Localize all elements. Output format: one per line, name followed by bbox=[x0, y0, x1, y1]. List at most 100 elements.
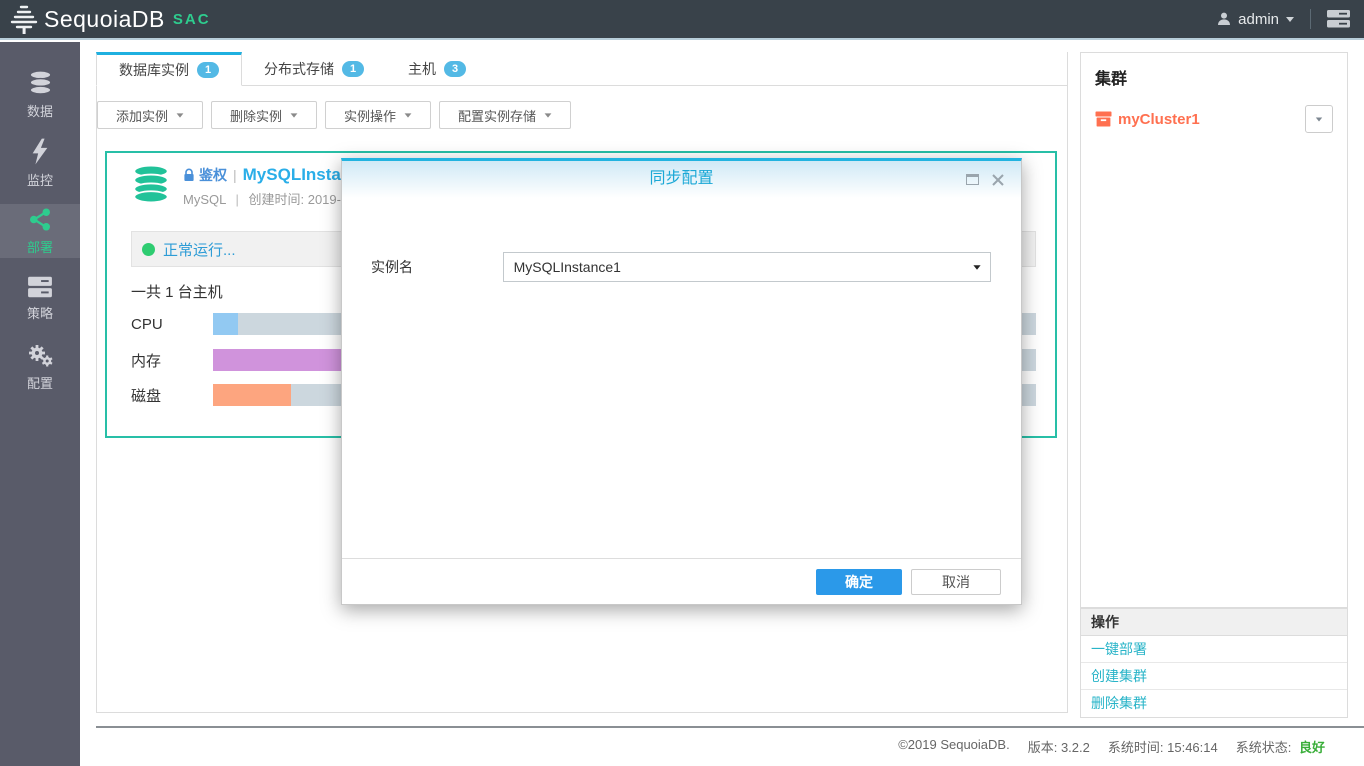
cluster-panel: 集群 myCluster1 bbox=[1080, 52, 1348, 608]
sidebar-item-label: 策略 bbox=[26, 306, 53, 321]
meter-label: 内存 bbox=[131, 352, 162, 370]
cancel-button[interactable]: 取消 bbox=[911, 568, 1001, 595]
sidebar-item-deploy[interactable]: 部署 bbox=[0, 204, 80, 258]
instance-name-select[interactable]: MySQLInstance1 bbox=[502, 252, 991, 282]
tab-count-badge: 1 bbox=[197, 62, 219, 78]
button-label: 实例操作 bbox=[344, 108, 397, 124]
modal-body: 实例名 MySQLInstance1 bbox=[342, 198, 1021, 561]
top-header: SequoiaDB SAC admin bbox=[0, 0, 1364, 40]
system-time-text: 系统时间: 15:46:14 bbox=[1108, 737, 1218, 756]
system-status-text: 系统状态: 良好 bbox=[1236, 737, 1325, 756]
user-icon bbox=[1216, 11, 1232, 27]
version-value: 3.2.2 bbox=[1060, 740, 1090, 755]
disk-meter-fill bbox=[213, 384, 292, 406]
share-icon bbox=[27, 207, 53, 232]
lightning-icon bbox=[29, 138, 51, 165]
sequoia-tree-icon bbox=[8, 3, 40, 35]
version-text: 版本: 3.2.2 bbox=[1028, 737, 1090, 756]
status-text: 正常运行... bbox=[163, 241, 236, 259]
tab-database-instances[interactable]: 数据库实例 1 bbox=[96, 52, 242, 86]
cpu-meter-fill bbox=[213, 313, 238, 335]
gears-icon bbox=[26, 343, 54, 368]
cluster-dropdown-button[interactable] bbox=[1305, 105, 1333, 133]
sidebar-item-label: 数据 bbox=[26, 104, 53, 119]
sidebar: 数据 监控 部署 策略 配置 bbox=[0, 42, 80, 766]
modal-title: 同步配置 bbox=[649, 170, 714, 187]
cluster-link[interactable]: myCluster1 bbox=[1095, 111, 1200, 128]
operations-panel: 操作 一键部署 创建集群 删除集群 bbox=[1080, 608, 1348, 718]
cluster-box-icon bbox=[1095, 111, 1112, 127]
sidebar-item-config[interactable]: 配置 bbox=[0, 340, 80, 394]
button-label: 配置实例存储 bbox=[458, 108, 537, 124]
chevron-down-icon bbox=[973, 265, 981, 270]
page-footer: ©2019 SequoiaDB. 版本: 3.2.2 系统时间: 15:46:1… bbox=[898, 737, 1325, 756]
delete-instance-button[interactable]: 删除实例 bbox=[211, 101, 318, 129]
chevron-down-icon bbox=[544, 112, 552, 118]
close-icon[interactable] bbox=[991, 173, 1005, 187]
operations-panel-title: 操作 bbox=[1081, 609, 1347, 636]
instance-toolbar: 添加实例 删除实例 实例操作 配置实例存储 bbox=[97, 101, 1067, 129]
sidebar-item-label: 监控 bbox=[26, 172, 53, 188]
sidebar-item-monitor[interactable]: 监控 bbox=[0, 136, 80, 190]
chevron-down-icon bbox=[1286, 16, 1294, 22]
tab-bar: 数据库实例 1 分布式存储 1 主机 3 bbox=[96, 52, 1067, 86]
select-value: MySQLInstance1 bbox=[513, 259, 621, 275]
meter-label: 磁盘 bbox=[131, 387, 162, 405]
tab-label: 主机 bbox=[408, 60, 436, 77]
meter-label: CPU bbox=[131, 315, 163, 333]
tab-count-badge: 3 bbox=[444, 60, 466, 77]
tab-hosts[interactable]: 主机 3 bbox=[386, 52, 488, 85]
modal-footer: 确定 取消 bbox=[342, 558, 1021, 604]
instance-created-time: 创建时间: 2019-0 bbox=[248, 192, 349, 207]
instance-type: MySQL bbox=[183, 192, 226, 207]
tab-count-badge: 1 bbox=[342, 60, 364, 77]
lock-icon bbox=[183, 168, 195, 182]
auth-link[interactable]: 鉴权 bbox=[199, 165, 227, 185]
instance-name-label: 实例名 bbox=[371, 259, 413, 275]
database-icon bbox=[27, 70, 54, 96]
host-list-icon[interactable] bbox=[1327, 10, 1350, 28]
system-time-value: 15:46:14 bbox=[1167, 740, 1218, 755]
create-cluster-link[interactable]: 创建集群 bbox=[1081, 663, 1347, 690]
delete-cluster-link[interactable]: 删除集群 bbox=[1081, 690, 1347, 717]
status-dot-icon bbox=[142, 242, 155, 256]
footer-divider bbox=[96, 726, 1364, 728]
configure-instance-storage-button[interactable]: 配置实例存储 bbox=[439, 101, 572, 129]
cluster-name: myCluster1 bbox=[1118, 110, 1200, 128]
button-label: 删除实例 bbox=[230, 108, 283, 124]
system-status-label: 系统状态: bbox=[1235, 740, 1292, 755]
tab-label: 数据库实例 bbox=[119, 62, 189, 78]
separator: | bbox=[233, 167, 237, 183]
chevron-down-icon bbox=[404, 112, 412, 118]
add-instance-button[interactable]: 添加实例 bbox=[97, 101, 204, 129]
user-name: admin bbox=[1238, 10, 1279, 28]
button-label: 添加实例 bbox=[116, 108, 169, 124]
database-icon bbox=[131, 165, 171, 208]
ok-button[interactable]: 确定 bbox=[816, 568, 902, 595]
brand-name: SequoiaDB bbox=[44, 5, 165, 32]
system-time-label: 系统时间: bbox=[1107, 740, 1164, 755]
header-divider bbox=[1310, 9, 1311, 29]
brand-logo[interactable]: SequoiaDB SAC bbox=[8, 3, 211, 35]
version-label: 版本: bbox=[1027, 740, 1058, 755]
chevron-down-icon bbox=[1315, 117, 1323, 121]
sidebar-item-data[interactable]: 数据 bbox=[0, 68, 80, 122]
host-summary: 一共 1 台主机 bbox=[131, 284, 223, 301]
brand-suffix: SAC bbox=[172, 10, 211, 28]
sidebar-item-strategy[interactable]: 策略 bbox=[0, 272, 80, 326]
maximize-icon[interactable] bbox=[966, 174, 979, 185]
sidebar-item-label: 配置 bbox=[26, 375, 53, 391]
tab-distributed-storage[interactable]: 分布式存储 1 bbox=[242, 52, 386, 85]
sac-app: SequoiaDB SAC admin 数据 监控 部署 策略 配置 数据库实例… bbox=[0, 0, 1364, 766]
chevron-down-icon bbox=[290, 112, 298, 118]
cluster-panel-title: 集群 bbox=[1095, 71, 1128, 88]
cluster-row: myCluster1 bbox=[1095, 105, 1333, 133]
user-menu[interactable]: admin bbox=[1216, 11, 1294, 28]
instance-operations-button[interactable]: 实例操作 bbox=[325, 101, 432, 129]
sidebar-item-label: 部署 bbox=[26, 239, 53, 255]
separator: | bbox=[235, 192, 239, 207]
copyright-text: ©2019 SequoiaDB. bbox=[898, 737, 1010, 752]
one-click-deploy-link[interactable]: 一键部署 bbox=[1081, 636, 1347, 663]
sync-config-modal: 同步配置 实例名 MySQLInstance1 确定 取消 bbox=[341, 158, 1022, 605]
chevron-down-icon bbox=[176, 112, 184, 118]
